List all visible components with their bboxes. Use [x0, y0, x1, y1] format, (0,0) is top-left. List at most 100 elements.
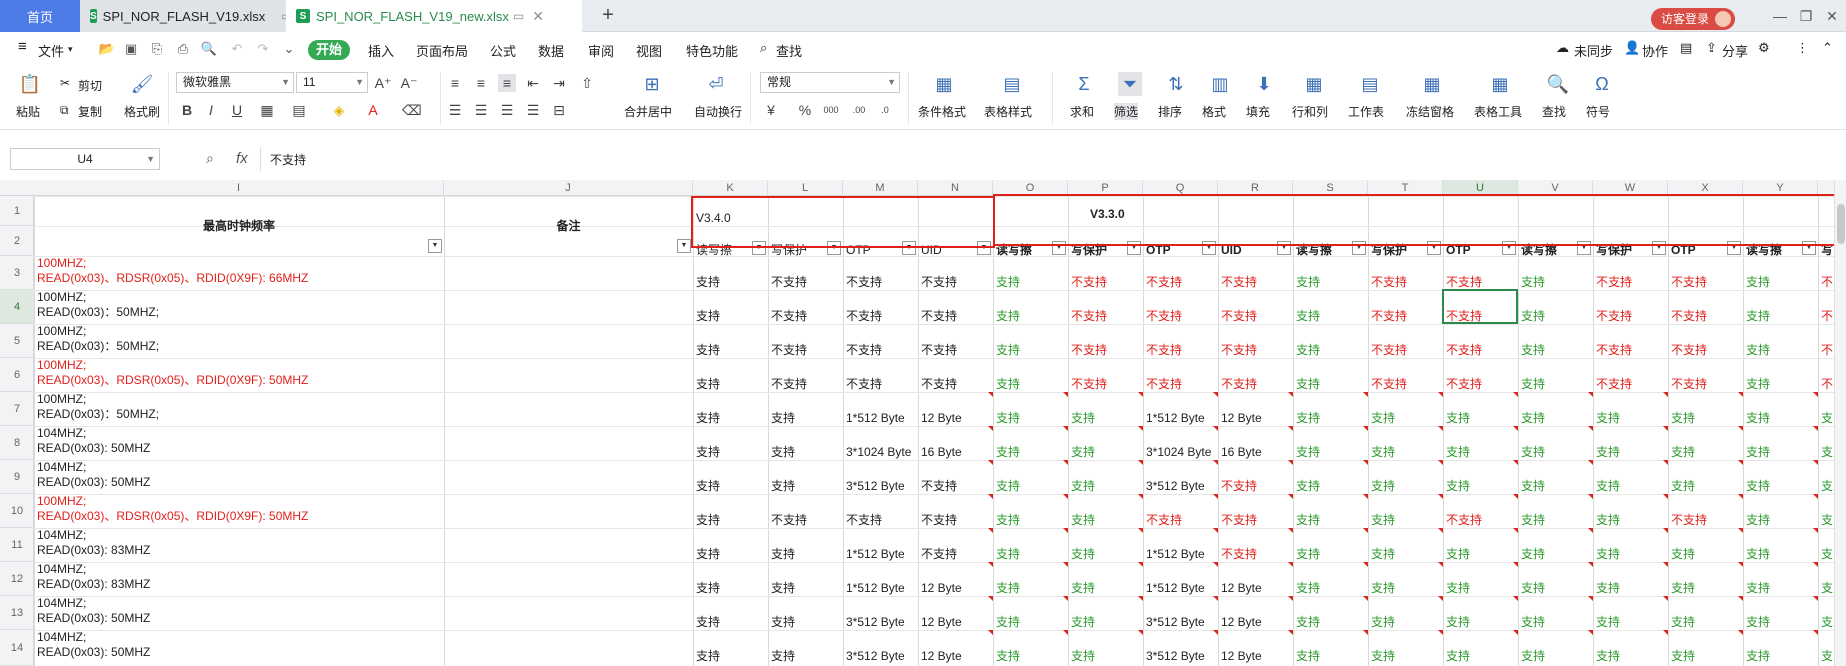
decrease-decimal-icon[interactable]: .0: [876, 101, 894, 119]
v330-cell[interactable]: 支持: [1521, 274, 1592, 290]
menu-search[interactable]: 查找: [776, 41, 802, 60]
filter-button[interactable]: 筛选: [1114, 103, 1139, 120]
cut-button[interactable]: 剪切: [78, 77, 102, 94]
decrease-font-icon[interactable]: A⁻: [400, 74, 418, 92]
v340-cell[interactable]: 支持: [696, 274, 767, 290]
menu-formula[interactable]: 公式: [490, 41, 516, 60]
v330-cell[interactable]: 不支持: [1221, 376, 1292, 392]
spreadsheet-grid[interactable]: IJKLMNOPQRSTUVWXY 1 2 3 4 5 6 7 8 9 10 11 12 13 14 最高…: [0, 180, 1846, 666]
table-style-icon[interactable]: ▤: [1000, 72, 1024, 96]
v330-cell[interactable]: 1*512 Byte: [1146, 580, 1217, 596]
clock-cell[interactable]: 100MHZ; READ(0x03)：50MHZ;: [37, 324, 441, 354]
v340-cell[interactable]: 支持: [696, 478, 767, 494]
v330-cell[interactable]: 支持: [1521, 444, 1592, 460]
v330-cell[interactable]: 支持: [1521, 512, 1592, 528]
v330-cell[interactable]: 支持: [1296, 478, 1367, 494]
redo-icon[interactable]: ↷: [254, 40, 272, 58]
cut-icon[interactable]: ✂: [60, 76, 70, 90]
v340-cell[interactable]: 16 Byte: [921, 444, 992, 460]
v340-cell[interactable]: 不支持: [846, 274, 917, 290]
v330-cell[interactable]: 支持: [1746, 444, 1817, 460]
v330-cell[interactable]: 16 Byte: [1221, 444, 1292, 460]
v330-cell[interactable]: 支持: [1371, 648, 1442, 664]
cell-name-box[interactable]: U4 ▼: [10, 148, 160, 170]
filter-dropdown-icon[interactable]: ▼: [428, 239, 442, 253]
menu-special[interactable]: 特色功能: [686, 41, 738, 60]
worksheet-icon[interactable]: ▤: [1358, 72, 1382, 96]
collapse-ribbon-icon[interactable]: ⌃: [1822, 40, 1833, 56]
v330-cell[interactable]: 支持: [1371, 478, 1442, 494]
v330-cell[interactable]: 支持: [1071, 478, 1142, 494]
v330-cell[interactable]: 支持: [996, 274, 1067, 290]
v330-cell[interactable]: 支持: [1521, 546, 1592, 562]
fill-button[interactable]: 填充: [1246, 103, 1270, 120]
v330-cell[interactable]: 不支持: [1596, 308, 1667, 324]
freeze-button[interactable]: 冻结窗格: [1406, 103, 1454, 120]
row-header-5[interactable]: 5: [0, 324, 34, 358]
close-tab-icon[interactable]: ✕: [532, 8, 544, 25]
v340-cell[interactable]: 支持: [771, 580, 842, 596]
v340-cell[interactable]: 不支持: [846, 512, 917, 528]
v330-cell[interactable]: 支持: [1746, 410, 1817, 426]
v330-cell[interactable]: 不支持: [1671, 376, 1742, 392]
column-header-i[interactable]: I: [34, 180, 444, 196]
save-icon[interactable]: ▣: [122, 40, 140, 58]
v330-cell[interactable]: 支持: [1746, 512, 1817, 528]
v330-cell[interactable]: 支持: [1596, 546, 1667, 562]
v330-cell[interactable]: 支持: [1746, 580, 1817, 596]
v330-cell[interactable]: 不支持: [1221, 512, 1292, 528]
v330-cell[interactable]: 支持: [1596, 648, 1667, 664]
v330-cell[interactable]: 支持: [1521, 410, 1592, 426]
v330-cell[interactable]: 1*512 Byte: [1146, 546, 1217, 562]
clock-cell[interactable]: 104MHZ; READ(0x03): 50MHZ: [37, 426, 441, 456]
tab-file-spi-nor-v19[interactable]: S SPI_NOR_FLASH_V19.xlsx ▭ ●: [80, 0, 310, 32]
v330-cell[interactable]: 支持: [1071, 648, 1142, 664]
v330-cell[interactable]: 不支持: [1146, 512, 1217, 528]
filter-dropdown-icon[interactable]: ▼: [677, 239, 691, 253]
v340-cell[interactable]: 不支持: [846, 342, 917, 358]
v330-cell[interactable]: 支持: [1296, 546, 1367, 562]
v330-cell[interactable]: 支持: [1596, 512, 1667, 528]
v330-cell[interactable]: 不支持: [1071, 274, 1142, 290]
v330-cell[interactable]: 不支持: [1221, 478, 1292, 494]
sum-icon[interactable]: Σ: [1072, 72, 1096, 96]
clock-cell[interactable]: 104MHZ; READ(0x03): 50MHZ: [37, 596, 441, 626]
v330-cell[interactable]: 支持: [1596, 410, 1667, 426]
v330-cell[interactable]: 支持: [996, 478, 1067, 494]
table-tools-icon[interactable]: ▦: [1488, 72, 1512, 96]
v330-cell[interactable]: 3*512 Byte: [1146, 478, 1217, 494]
thousands-icon[interactable]: 000: [822, 101, 840, 119]
column-header-m[interactable]: M: [843, 180, 918, 196]
v330-cell[interactable]: 支持: [1521, 580, 1592, 596]
column-header-l[interactable]: L: [768, 180, 843, 196]
comment-icon[interactable]: ▤: [1680, 40, 1692, 56]
row-col-icon[interactable]: ▦: [1302, 72, 1326, 96]
v330-cell[interactable]: 12 Byte: [1221, 614, 1292, 630]
v330-cell[interactable]: 支持: [1446, 614, 1517, 630]
unsynced-status[interactable]: 未同步: [1574, 41, 1613, 60]
v330-cell[interactable]: 支持: [1521, 342, 1592, 358]
align-right-icon[interactable]: ☰: [498, 101, 516, 119]
v340-cell[interactable]: 3*512 Byte: [846, 478, 917, 494]
v330-cell[interactable]: 不支持: [1446, 342, 1517, 358]
v340-cell[interactable]: 支持: [771, 478, 842, 494]
v330-cell[interactable]: 支持: [1371, 410, 1442, 426]
menu-page-layout[interactable]: 页面布局: [416, 41, 468, 60]
row-header-4[interactable]: 4: [0, 290, 34, 324]
v330-cell[interactable]: 不支持: [1596, 342, 1667, 358]
row-header-1[interactable]: 1: [0, 196, 34, 226]
v330-cell[interactable]: 不支持: [1071, 308, 1142, 324]
v330-cell[interactable]: 支持: [1296, 648, 1367, 664]
clock-cell[interactable]: 100MHZ; READ(0x03)：50MHZ;: [37, 392, 441, 422]
underline-icon[interactable]: U: [228, 101, 246, 119]
v330-cell[interactable]: 支持: [1446, 478, 1517, 494]
align-middle-icon[interactable]: ≡: [472, 74, 490, 92]
v330-cell[interactable]: 不支持: [1371, 274, 1442, 290]
v330-cell[interactable]: 支持: [1671, 546, 1742, 562]
v330-cell[interactable]: 不支持: [1146, 342, 1217, 358]
v330-cell[interactable]: 支持: [1071, 614, 1142, 630]
v330-cell[interactable]: 支持: [1746, 376, 1817, 392]
v330-cell[interactable]: 不支持: [1221, 546, 1292, 562]
v330-cell[interactable]: 支持: [1671, 410, 1742, 426]
v330-cell[interactable]: 支持: [1296, 376, 1367, 392]
